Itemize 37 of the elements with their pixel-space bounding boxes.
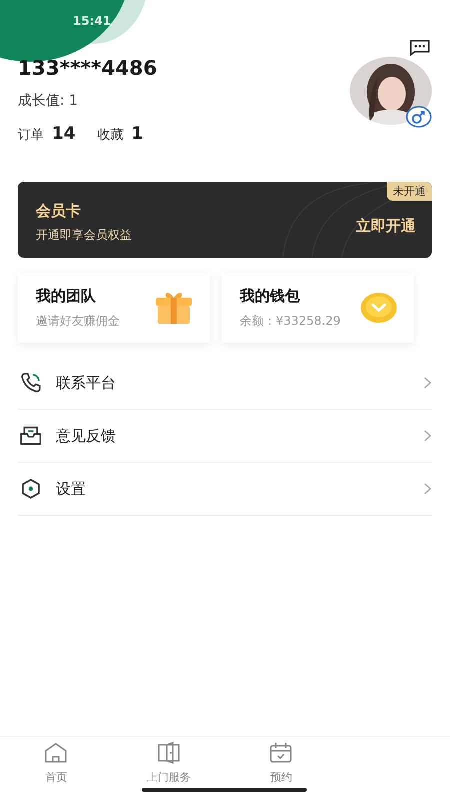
chevron-right-icon: [424, 483, 432, 495]
stat-label: 收藏: [98, 127, 124, 144]
stat-value: 14: [52, 124, 76, 144]
growth-value: 成长值: 1: [18, 93, 78, 109]
card-title: 我的钱包: [240, 286, 301, 306]
settings-icon: [20, 478, 42, 500]
status-badge: 未开通: [387, 182, 432, 201]
calendar-icon: [269, 742, 294, 764]
menu-item[interactable]: 设置: [56, 480, 410, 498]
card-subtitle: 余额：¥33258.29: [240, 312, 341, 330]
stat-label: 订单: [18, 127, 44, 144]
stat-value: 1: [132, 124, 144, 144]
membership-card[interactable]: 未开通 会员卡 开通即享会员权益 立即开通: [18, 182, 432, 258]
user-phone: 133****4486: [18, 56, 158, 80]
card-subtitle: 开通即享会员权益: [36, 227, 132, 244]
door-icon: [156, 742, 181, 764]
phone-icon: [20, 372, 42, 394]
chevron-right-icon: [424, 430, 432, 442]
chevron-right-icon: [424, 377, 432, 389]
tab[interactable]: 预约: [225, 737, 338, 786]
male-gender-icon: [406, 106, 432, 128]
status-time: 15:41: [73, 14, 112, 30]
gift-icon: [154, 290, 194, 326]
activate-link[interactable]: 立即开通: [356, 216, 416, 236]
tab[interactable]: 上门服务: [112, 737, 225, 786]
inbox-icon: [20, 425, 42, 447]
card-title: 我的团队: [36, 286, 97, 306]
menu-item[interactable]: 意见反馈: [56, 426, 410, 446]
shortcut-card[interactable]: 我的钱包 余额：¥33258.29: [222, 273, 414, 343]
shortcut-card[interactable]: 我的团队 邀请好友赚佣金: [18, 273, 210, 343]
coin-icon: [360, 291, 398, 325]
tab[interactable]: 首页: [0, 737, 112, 786]
message-icon[interactable]: [410, 40, 430, 56]
home-icon: [44, 742, 68, 764]
card-title: 会员卡: [36, 202, 82, 221]
card-subtitle: 邀请好友赚佣金: [36, 312, 120, 330]
menu-item[interactable]: 联系平台: [56, 374, 410, 392]
